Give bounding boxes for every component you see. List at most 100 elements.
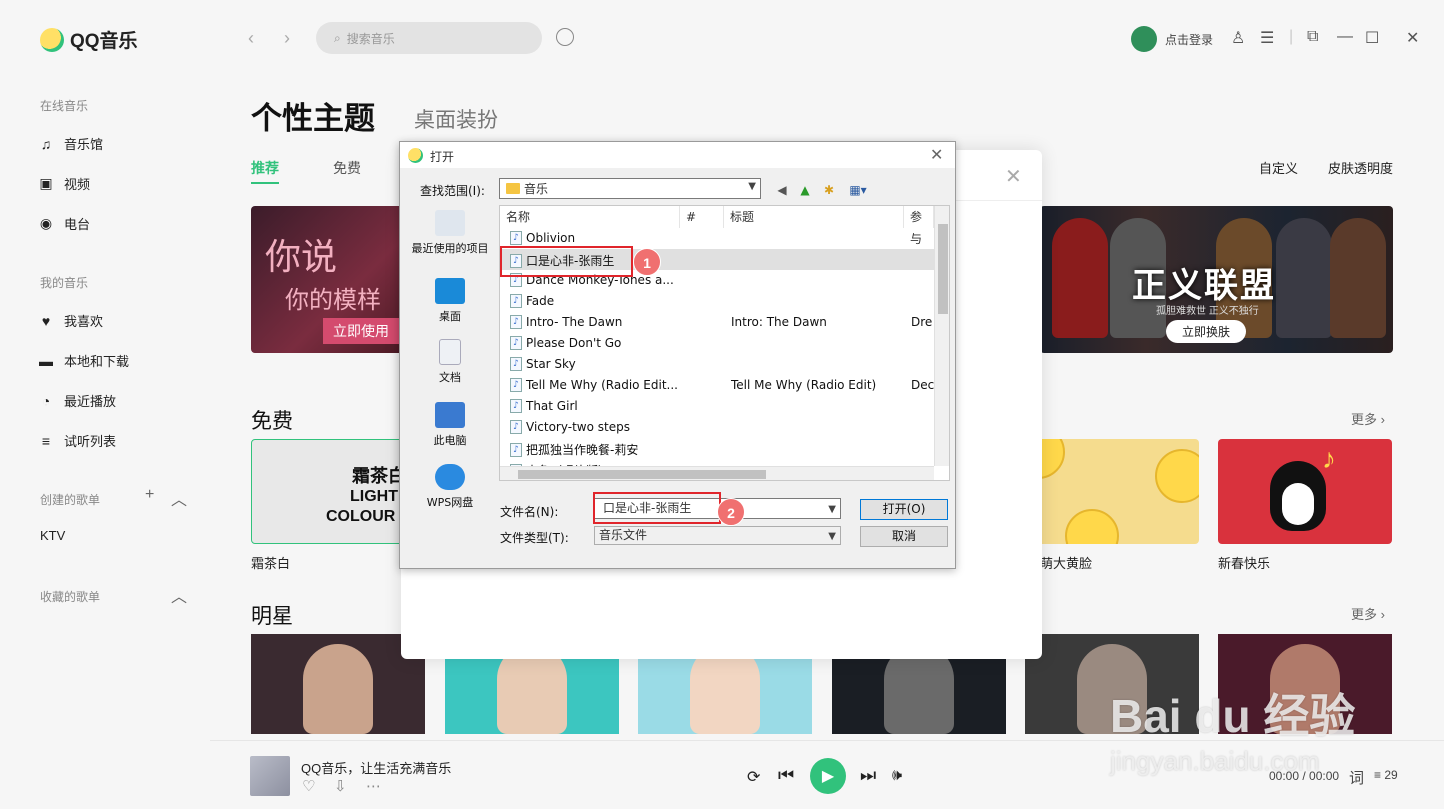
next-track-icon[interactable]: ⏭ <box>860 765 876 786</box>
place-label: WPS网盘 <box>426 496 474 509</box>
computer-icon <box>435 402 465 428</box>
chevron-down-icon: ▼ <box>828 531 836 542</box>
tab-recommended[interactable]: 推荐 <box>251 158 279 184</box>
up-folder-icon[interactable]: ▲ <box>797 182 813 198</box>
skin-card-yellow-face[interactable] <box>1025 439 1199 544</box>
cancel-button[interactable]: 取消 <box>860 526 948 547</box>
file-row[interactable]: ♪ Tell Me Why (Radio Edit... Tell Me Why … <box>500 375 934 396</box>
sidebar-item-label: 试听列表 <box>64 434 117 449</box>
lookin-dropdown[interactable]: 音乐 ▼ <box>499 178 761 199</box>
collapse-collected-icon[interactable]: ︿ <box>171 583 187 607</box>
dialog-titlebar[interactable]: 打开 ✕ <box>400 142 955 168</box>
horizontal-scrollbar[interactable] <box>500 466 934 480</box>
search-input[interactable]: ⌕ 搜索音乐 <box>316 22 542 54</box>
playlist-count[interactable]: ≡ 29 <box>1374 768 1398 782</box>
maximize-icon[interactable]: ☐ <box>1365 28 1379 48</box>
file-row[interactable]: ♪ Star Sky <box>500 354 934 375</box>
banner-left[interactable]: 你说 你的模样 立即使用 <box>251 206 411 353</box>
sidebar-item-local-downloads[interactable]: ▬ 本地和下载 <box>38 351 129 370</box>
sidebar-item-label: 最近播放 <box>64 394 117 409</box>
menu-icon[interactable]: ☰ <box>1260 28 1274 48</box>
place-this-pc[interactable]: 此电脑 <box>402 402 498 448</box>
file-row[interactable]: ♪ Please Don't Go <box>500 333 934 354</box>
app-logo[interactable]: QQ音乐 <box>40 26 138 53</box>
sidebar-item-recent[interactable]: ◔ 最近播放 <box>38 391 116 410</box>
file-row[interactable]: ♪ 把孤独当作晚餐-莉安 <box>500 438 934 459</box>
previous-track-icon[interactable]: ⏮ <box>778 765 794 786</box>
filetype-dropdown[interactable]: 音乐文件 ▼ <box>594 526 841 545</box>
card-title-line: COLOUR <box>326 508 396 525</box>
minimize-icon[interactable]: — <box>1337 28 1353 46</box>
scroll-thumb[interactable] <box>938 224 948 314</box>
vertical-scrollbar[interactable] <box>934 206 949 466</box>
column-header-number[interactable]: # <box>680 206 724 228</box>
new-folder-icon[interactable]: ✱ <box>821 182 837 198</box>
music-file-icon: ♪ <box>510 420 522 434</box>
column-header-name[interactable]: 名称 <box>500 206 680 228</box>
album-cover[interactable] <box>250 756 290 796</box>
loop-mode-icon[interactable]: ⟳ <box>747 767 760 787</box>
sidebar-item-radio[interactable]: ◉ 电台 <box>38 214 90 233</box>
column-header-title[interactable]: 标题 <box>724 206 904 228</box>
place-desktop[interactable]: 桌面 <box>402 278 498 324</box>
dialog-close-icon[interactable]: ✕ <box>930 145 943 164</box>
lookin-value: 音乐 <box>524 182 549 196</box>
chevron-down-icon[interactable]: ▼ <box>828 500 836 519</box>
login-button[interactable]: 点击登录 <box>1131 26 1213 52</box>
lookin-label: 查找范围(I): <box>420 184 485 198</box>
open-button[interactable]: 打开(O) <box>860 499 948 520</box>
more-options-icon[interactable]: ⋯ <box>366 777 381 795</box>
banner-justice-league[interactable]: 正义联盟 孤胆难救世 正义不独行 立即换肤 <box>1040 206 1393 353</box>
place-documents[interactable]: 文档 <box>402 339 498 385</box>
like-heart-icon[interactable]: ♡ <box>302 777 315 795</box>
more-free-link[interactable]: 更多 › <box>1351 409 1385 428</box>
file-name: Tell Me Why (Radio Edit... <box>526 378 678 392</box>
sidebar-item-trial-list[interactable]: ≡ 试听列表 <box>38 431 116 450</box>
skin-card-new-year[interactable]: ♪ <box>1218 439 1392 544</box>
page-subtitle-tab[interactable]: 桌面装扮 <box>414 104 498 134</box>
place-recent[interactable]: 最近使用的项目 <box>402 210 498 256</box>
banner-right-title: 正义联盟 <box>1132 267 1276 305</box>
banner-right-button[interactable]: 立即换肤 <box>1166 320 1247 343</box>
banner-left-button[interactable]: 立即使用 <box>323 318 399 344</box>
back-icon[interactable]: ◀ <box>774 182 790 198</box>
close-icon[interactable]: ✕ <box>1406 28 1419 48</box>
tab-free[interactable]: 免费 <box>333 158 361 178</box>
star-card[interactable] <box>1025 634 1199 734</box>
file-row[interactable]: ♪ That Girl <box>500 396 934 417</box>
lyrics-icon[interactable]: 词 <box>1349 767 1364 788</box>
playlist-icon: ≡ <box>41 432 51 449</box>
volume-icon[interactable]: 🕪 <box>892 767 902 785</box>
more-stars-link[interactable]: 更多 › <box>1351 604 1385 623</box>
file-row[interactable]: ♪ Intro- The Dawn Intro: The Dawn Dre <box>500 312 934 333</box>
view-menu-icon[interactable]: ▦▾ <box>844 182 872 198</box>
file-row[interactable]: ♪ Victory-two steps <box>500 417 934 438</box>
divider: | <box>1289 28 1294 45</box>
place-wps-cloud[interactable]: WPS网盘 <box>402 464 498 510</box>
download-icon[interactable]: ⇩ <box>334 777 347 795</box>
music-file-icon: ♪ <box>510 399 522 413</box>
mini-mode-icon[interactable]: ⧉ <box>1307 28 1318 46</box>
sidebar-item-ktv[interactable]: KTV <box>40 528 65 543</box>
star-card[interactable] <box>251 634 425 734</box>
avatar <box>1131 26 1157 52</box>
file-row[interactable]: ♪ Fade <box>500 291 934 312</box>
play-button[interactable]: ▶ <box>810 758 846 794</box>
listen-identify-icon[interactable] <box>556 28 574 46</box>
sidebar-item-favorites[interactable]: ♥ 我喜欢 <box>38 311 103 330</box>
custom-skin-link[interactable]: 自定义 <box>1259 158 1298 177</box>
skin-opacity-link[interactable]: 皮肤透明度 <box>1328 158 1393 177</box>
skin-shirt-icon[interactable]: ♙ <box>1231 28 1245 48</box>
collapse-created-icon[interactable]: ︿ <box>171 486 187 510</box>
scroll-thumb[interactable] <box>518 470 766 479</box>
sidebar-item-music-hall[interactable]: ♫ 音乐馆 <box>38 134 103 153</box>
popup-close-icon[interactable]: ✕ <box>1005 164 1022 189</box>
sidebar-item-video[interactable]: ▣ 视频 <box>38 174 90 193</box>
add-playlist-icon[interactable]: + <box>145 486 154 504</box>
column-header-artist[interactable]: 参与 <box>904 206 934 246</box>
back-arrow-icon[interactable]: ‹ <box>248 28 254 49</box>
banner-left-line2: 你的模样 <box>285 286 381 314</box>
forward-arrow-icon[interactable]: › <box>284 28 290 49</box>
file-artist: Dec <box>911 378 935 392</box>
star-card[interactable] <box>1218 634 1392 734</box>
